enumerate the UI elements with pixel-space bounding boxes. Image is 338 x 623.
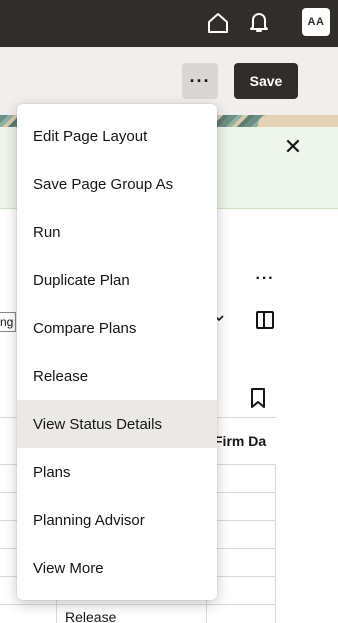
content-more-button[interactable]: ··· [254, 270, 276, 290]
bell-icon[interactable] [247, 10, 271, 34]
bookmark-icon[interactable] [250, 388, 266, 408]
menu-item-save-page-group-as[interactable]: Save Page Group As [17, 160, 217, 208]
menu-item-run[interactable]: Run [17, 208, 217, 256]
global-header: AA [0, 0, 338, 47]
save-button[interactable]: Save [234, 63, 298, 99]
menu-item-plans[interactable]: Plans [17, 448, 217, 496]
filter-input[interactable]: ng [0, 312, 16, 332]
more-actions-button[interactable]: ··· [182, 63, 218, 99]
menu-item-duplicate-plan[interactable]: Duplicate Plan [17, 256, 217, 304]
table-cell-release: Release [65, 609, 117, 623]
menu-item-release[interactable]: Release [17, 352, 217, 400]
home-icon[interactable] [206, 11, 230, 35]
user-avatar[interactable]: AA [302, 8, 330, 36]
menu-item-view-more[interactable]: View More [17, 544, 217, 592]
menu-item-view-status-details[interactable]: View Status Details [17, 400, 217, 448]
menu-item-compare-plans[interactable]: Compare Plans [17, 304, 217, 352]
actions-menu: Edit Page Layout Save Page Group As Run … [17, 104, 217, 600]
menu-item-planning-advisor[interactable]: Planning Advisor [17, 496, 217, 544]
close-icon[interactable]: ✕ [283, 136, 303, 158]
menu-item-edit-page-layout[interactable]: Edit Page Layout [17, 112, 217, 160]
columns-icon[interactable] [256, 311, 274, 329]
column-header-firm-date[interactable]: Firm Da [214, 433, 266, 449]
